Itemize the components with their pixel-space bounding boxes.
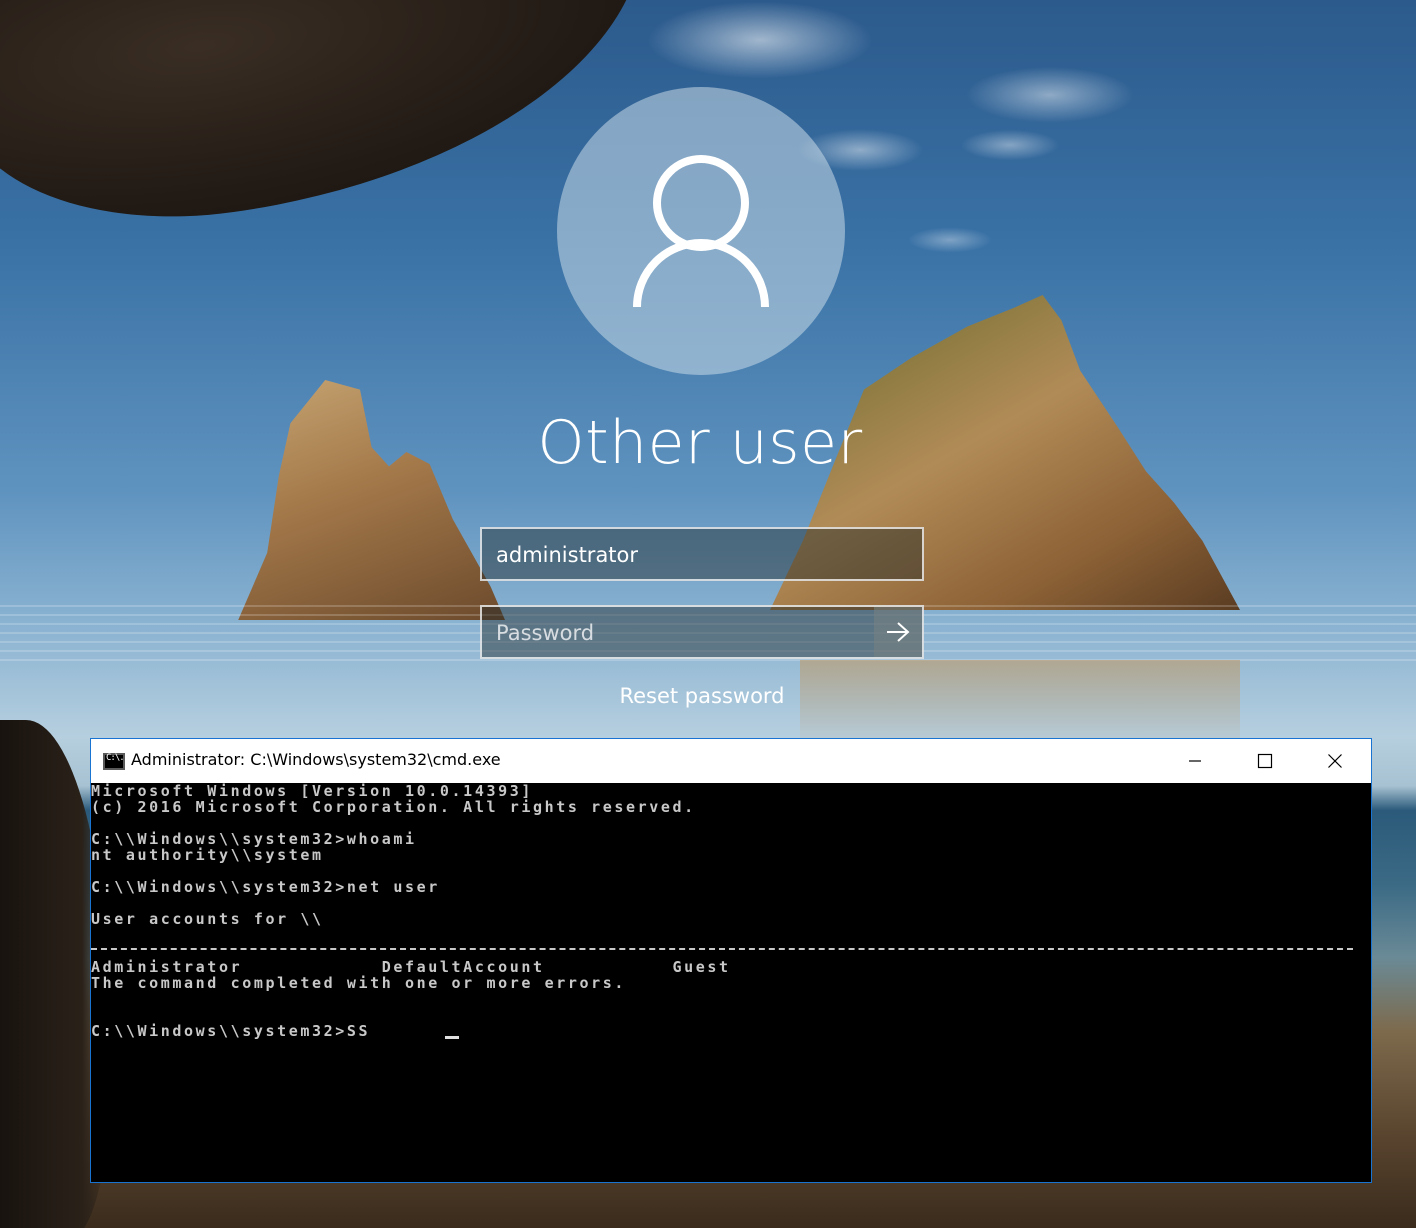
user-silhouette-icon	[633, 155, 769, 308]
cmd-titlebar[interactable]: C:\. Administrator: C:\Windows\system32\…	[91, 739, 1371, 783]
console-cursor	[445, 1036, 459, 1039]
console-line-whoami-cmd: C:\\Windows\\system32>whoami	[91, 830, 417, 848]
console-line-copyright: (c) 2016 Microsoft Corporation. All righ…	[91, 798, 696, 816]
console-line-prompt[interactable]: C:\\Windows\\system32>SS	[91, 1023, 370, 1039]
arrow-right-icon	[887, 622, 910, 642]
username-field[interactable]	[480, 527, 924, 581]
user-display-name: Other user	[537, 408, 863, 478]
minimize-button[interactable]	[1160, 739, 1230, 783]
beach-reflection	[800, 660, 1240, 750]
minimize-icon	[1189, 760, 1201, 762]
close-icon	[1328, 754, 1342, 768]
maximize-button[interactable]	[1230, 739, 1300, 783]
console-separator	[91, 948, 1353, 950]
password-field[interactable]	[480, 605, 924, 659]
password-input[interactable]	[494, 607, 878, 659]
cmd-window[interactable]: C:\. Administrator: C:\Windows\system32\…	[90, 738, 1372, 1183]
username-input[interactable]	[494, 529, 878, 581]
console-line-whoami-output: nt authority\\system	[91, 846, 324, 864]
close-button[interactable]	[1300, 739, 1370, 783]
console-line-accounts-header: User accounts for \\	[91, 910, 324, 928]
user-avatar	[557, 87, 845, 375]
console-line-version: Microsoft Windows [Version 10.0.14393]	[91, 782, 533, 800]
command-prompt-icon[interactable]: C:\.	[103, 753, 125, 770]
console-line-accounts-list: Administrator DefaultAccount Guest	[91, 958, 731, 976]
reset-password-link[interactable]: Reset password	[560, 684, 844, 708]
cmd-console[interactable]: Microsoft Windows [Version 10.0.14393] (…	[91, 783, 1371, 1182]
console-line-completed: The command completed with one or more e…	[91, 974, 627, 992]
maximize-icon	[1257, 753, 1273, 769]
cmd-icon-label: C:\.	[106, 753, 125, 763]
cmd-window-title: Administrator: C:\Windows\system32\cmd.e…	[131, 750, 501, 769]
console-line-netuser-cmd: C:\\Windows\\system32>net user	[91, 878, 440, 896]
submit-button[interactable]	[874, 607, 922, 657]
